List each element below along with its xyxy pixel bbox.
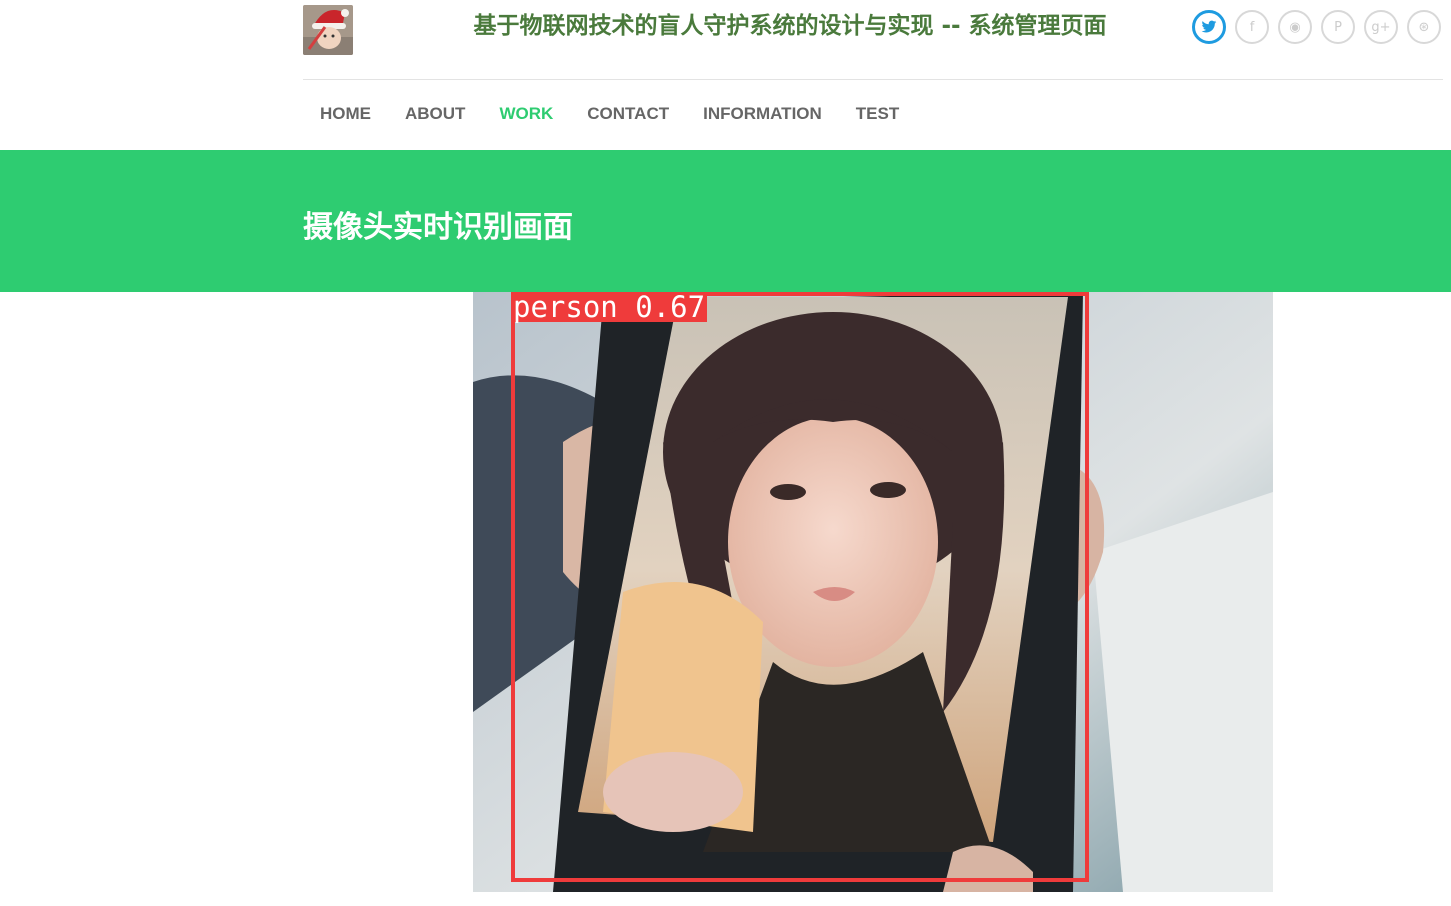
nav-item-contact[interactable]: CONTACT [570, 100, 686, 128]
dribbble-icon[interactable]: ⊛ [1407, 10, 1441, 44]
pinterest-glyph: P [1334, 19, 1342, 35]
rss-glyph: ◉ [1289, 19, 1301, 35]
dribbble-glyph: ⊛ [1418, 19, 1430, 35]
site-logo[interactable] [303, 5, 353, 55]
nav-item-about[interactable]: ABOUT [388, 100, 482, 128]
rss-icon[interactable]: ◉ [1278, 10, 1312, 44]
pinterest-icon[interactable]: P [1321, 10, 1355, 44]
page-banner: 摄像头实时识别画面 [0, 150, 1451, 292]
page-title: 摄像头实时识别画面 [303, 210, 573, 245]
header-divider [303, 79, 1443, 80]
camera-feed: person 0.67 [473, 292, 1273, 892]
google-plus-glyph: g+ [1371, 19, 1391, 35]
detection-bounding-box [511, 292, 1089, 882]
nav-item-information[interactable]: INFORMATION [686, 100, 839, 128]
facebook-glyph: f [1249, 19, 1255, 35]
detection-label: person 0.67 [511, 292, 708, 324]
twitter-bird-glyph [1201, 20, 1217, 33]
nav-item-test[interactable]: TEST [839, 100, 916, 128]
facebook-icon[interactable]: f [1235, 10, 1269, 44]
site-title: 基于物联网技术的盲人守护系统的设计与实现 -- 系统管理页面 [473, 13, 1107, 39]
social-links: f ◉ P g+ ⊛ [1192, 10, 1441, 44]
nav-item-work[interactable]: WORK [482, 100, 570, 128]
nav-item-home[interactable]: HOME [303, 100, 388, 128]
twitter-icon[interactable] [1192, 10, 1226, 44]
google-plus-icon[interactable]: g+ [1364, 10, 1398, 44]
main-nav: HOME ABOUT WORK CONTACT INFORMATION TEST [303, 100, 916, 128]
avatar-santa-hat-icon [303, 5, 353, 55]
site-header: 基于物联网技术的盲人守护系统的设计与实现 -- 系统管理页面 f ◉ P g+ … [0, 0, 1451, 150]
